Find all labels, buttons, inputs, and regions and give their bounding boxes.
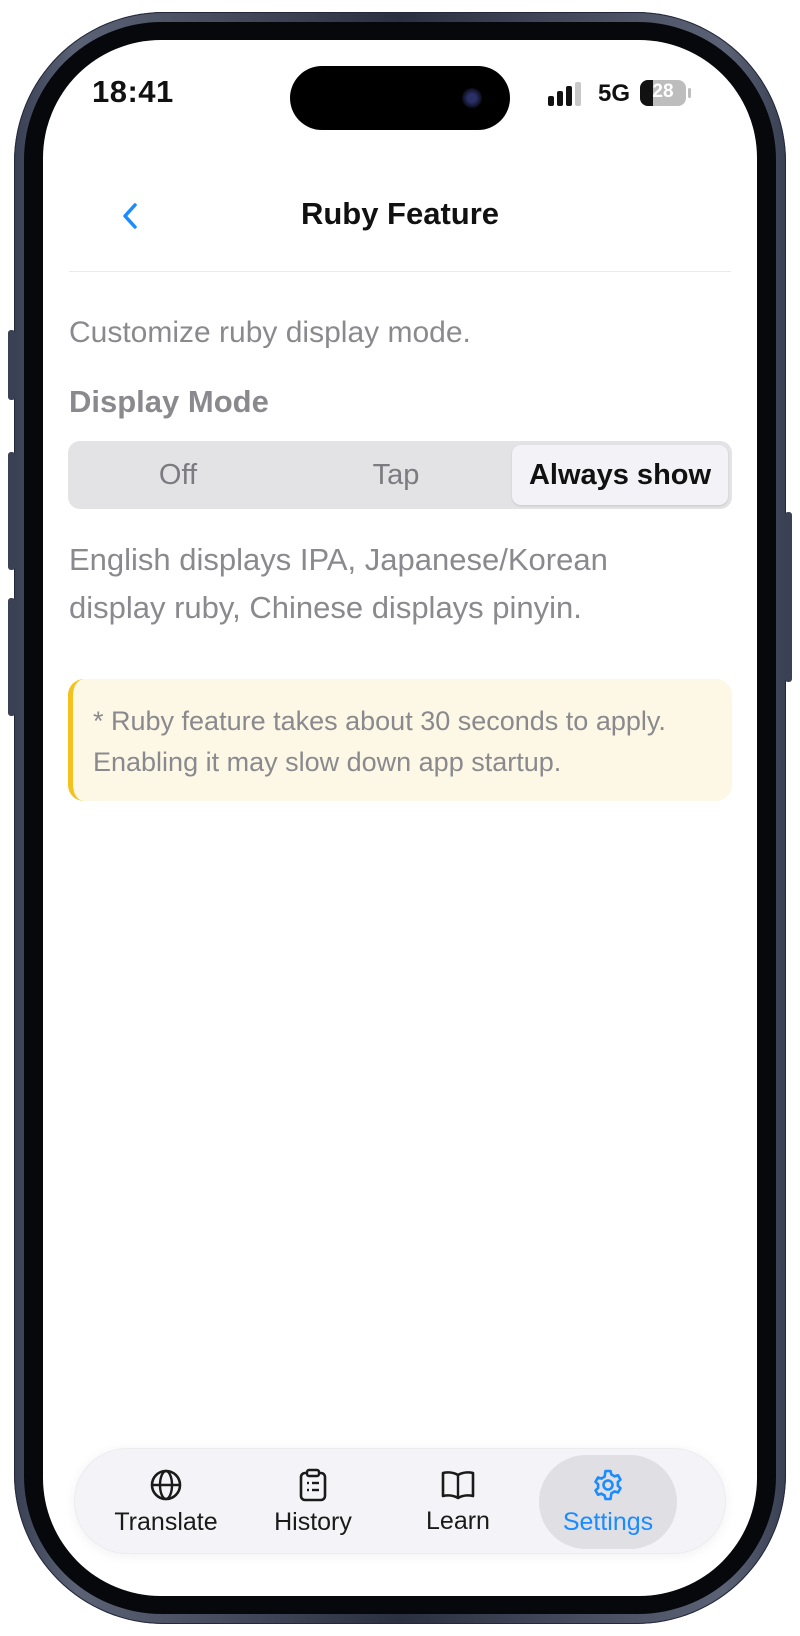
battery-cap <box>688 88 691 98</box>
back-button[interactable] <box>112 196 148 236</box>
screen <box>43 40 757 1596</box>
signal-icon <box>548 82 584 106</box>
notice-box: * Ruby feature takes about 30 seconds to… <box>68 679 732 801</box>
header-divider <box>69 271 731 272</box>
page-title: Ruby Feature <box>300 196 500 231</box>
tab-settings[interactable]: Settings <box>539 1455 677 1549</box>
tab-label: Learn <box>426 1506 490 1535</box>
network-label: 5G <box>598 80 631 107</box>
volume-down-button <box>8 598 15 716</box>
clipboard-icon <box>299 1468 327 1501</box>
segment-always-show[interactable]: Always show <box>512 445 728 505</box>
globe-icon <box>150 1469 182 1500</box>
tab-label: Settings <box>562 1507 654 1536</box>
volume-up-button <box>8 452 15 570</box>
segment-tap[interactable]: Tap <box>290 445 502 505</box>
tab-label: Translate <box>114 1507 218 1536</box>
chevron-left-icon <box>123 203 137 229</box>
tab-translate[interactable]: Translate <box>91 1449 241 1555</box>
tab-history[interactable]: History <box>238 1449 388 1555</box>
tab-learn[interactable]: Learn <box>383 1449 533 1555</box>
camera-icon <box>462 88 482 108</box>
display-mode-segmented-control: Off Tap Always show <box>68 441 732 509</box>
intro-text: Customize ruby display mode. <box>69 316 471 349</box>
status-time: 18:41 <box>92 74 174 109</box>
display-mode-heading: Display Mode <box>69 384 269 419</box>
display-mode-description: English displays IPA, Japanese/Korean di… <box>69 542 608 625</box>
notice-line-2: Enabling it may slow down app startup. <box>93 747 562 777</box>
battery-percent: 28 <box>652 81 674 102</box>
dynamic-island <box>290 66 510 130</box>
book-icon <box>441 1470 475 1499</box>
tab-bar: Translate History Learn Settings <box>74 1448 726 1554</box>
segment-off[interactable]: Off <box>72 445 284 505</box>
battery-icon: 28 <box>640 80 686 106</box>
notice-line-1: * Ruby feature takes about 30 seconds to… <box>93 706 666 736</box>
action-button <box>8 330 15 400</box>
power-button <box>785 512 792 682</box>
gear-icon <box>594 1469 622 1500</box>
tab-label: History <box>274 1507 352 1536</box>
